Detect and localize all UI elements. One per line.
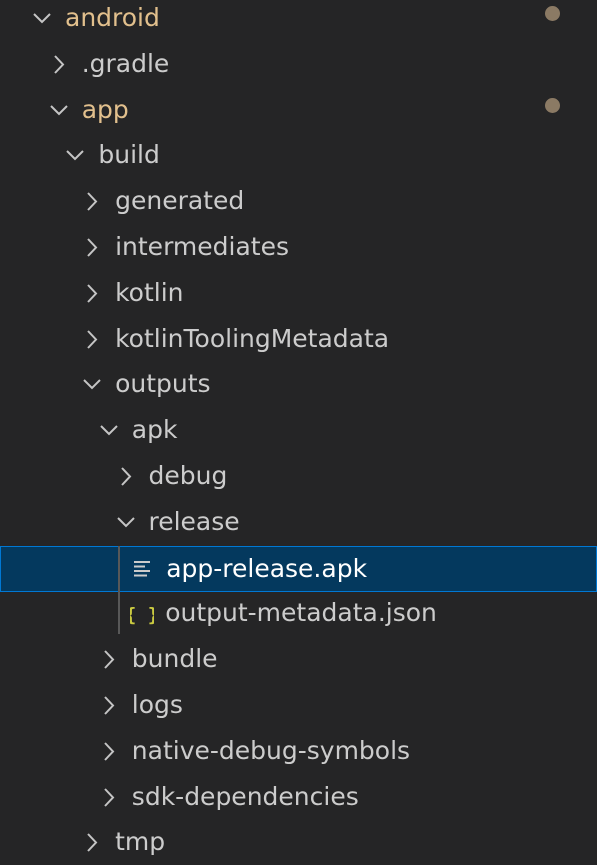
tree-item-label: apk [131, 415, 178, 445]
tree-item-label: bundle [131, 644, 218, 674]
chevron-right-icon[interactable] [80, 179, 104, 225]
tree-folder-row[interactable]: logs [0, 683, 597, 729]
chevron-right-icon[interactable] [47, 42, 71, 88]
chevron-down-icon[interactable] [80, 362, 104, 408]
chevron-right-icon[interactable] [80, 271, 104, 317]
tree-item-label: logs [131, 690, 183, 719]
chevron-down-icon[interactable] [97, 408, 121, 454]
chevron-right-icon[interactable] [80, 225, 104, 271]
tree-folder-row[interactable]: outputs [0, 362, 597, 408]
chevron-down-icon[interactable] [63, 133, 87, 179]
chevron-right-icon[interactable] [80, 820, 104, 865]
tree-folder-row[interactable]: generated [0, 179, 597, 225]
tree-folder-row[interactable]: debug [0, 454, 597, 500]
tree-item-label: build [98, 140, 160, 170]
tree-item-label: outputs [115, 369, 211, 399]
chevron-down-icon[interactable] [114, 500, 138, 546]
tree-item-label: android [65, 3, 160, 32]
tree-item-label: .gradle [81, 48, 170, 78]
file-explorer-tree: android .gradle app build generated intermedi… [0, 0, 597, 865]
tree-folder-row[interactable]: sdk-dependencies [0, 775, 597, 821]
chevron-right-icon[interactable] [97, 637, 121, 683]
chevron-down-icon[interactable] [30, 0, 54, 42]
tree-file-row[interactable]: app-release.apk [0, 545, 597, 593]
tree-folder-row[interactable]: .gradle [0, 42, 597, 88]
tree-folder-row[interactable]: build [0, 133, 597, 179]
chevron-right-icon[interactable] [97, 683, 121, 729]
tree-item-label: native-debug-symbols [131, 735, 411, 765]
tree-item-label: tmp [115, 827, 166, 857]
tree-folder-row[interactable]: app [0, 88, 597, 134]
tree-folder-row[interactable]: apk [0, 408, 597, 454]
tree-folder-row[interactable]: native-debug-symbols [0, 729, 597, 775]
tree-item-label: app [81, 94, 129, 124]
tree-item-label: debug [148, 461, 228, 490]
tree-folder-row[interactable]: tmp [0, 820, 597, 865]
tree-folder-row[interactable]: release [0, 500, 597, 546]
tree-item-label: output-metadata.json [165, 598, 437, 628]
chevron-right-icon[interactable] [114, 454, 138, 500]
lines-file-icon [131, 547, 155, 593]
svg-text:{ }: { } [130, 604, 154, 626]
tree-folder-row[interactable]: android [0, 0, 597, 42]
tree-folder-row[interactable]: kotlinToolingMetadata [0, 317, 597, 363]
chevron-right-icon[interactable] [97, 729, 121, 775]
tree-item-label: kotlinToolingMetadata [115, 323, 390, 353]
tree-folder-row[interactable]: kotlin [0, 271, 597, 317]
modified-dot-icon [545, 97, 560, 113]
tree-file-row[interactable]: { } output-metadata.json [0, 591, 597, 637]
tree-item-label: generated [115, 186, 245, 216]
tree-item-label: app-release.apk [166, 553, 368, 583]
tree-folder-row[interactable]: intermediates [0, 225, 597, 271]
chevron-down-icon[interactable] [47, 88, 71, 134]
chevron-right-icon[interactable] [97, 775, 121, 821]
chevron-right-icon[interactable] [80, 317, 104, 363]
indent-guide [118, 546, 120, 634]
tree-folder-row[interactable]: bundle [0, 637, 597, 683]
modified-dot-icon [545, 6, 560, 21]
tree-item-label: release [148, 506, 240, 536]
tree-item-label: kotlin [115, 277, 184, 307]
tree-item-label: intermediates [115, 232, 289, 261]
json-braces-icon: { } [130, 591, 154, 637]
tree-item-label: sdk-dependencies [131, 781, 359, 811]
